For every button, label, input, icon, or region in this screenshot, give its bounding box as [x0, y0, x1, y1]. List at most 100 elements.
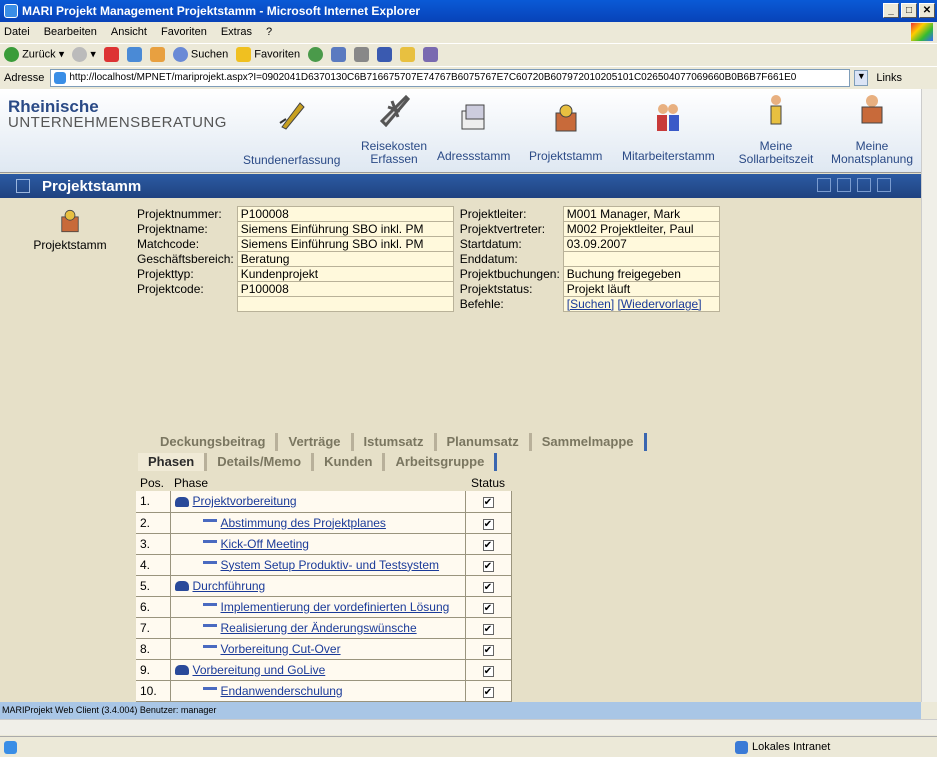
- status-checkbox[interactable]: ✔: [482, 560, 494, 572]
- print-icon[interactable]: [817, 178, 831, 192]
- edit-icon[interactable]: [857, 178, 871, 192]
- favorites-button[interactable]: Favoriten: [236, 47, 300, 62]
- enddatum-value: [562, 251, 720, 267]
- menu-extras[interactable]: Extras: [221, 26, 252, 38]
- startdatum-label: Startdatum:: [459, 237, 522, 251]
- row-pos: 4.: [136, 554, 170, 576]
- history-icon[interactable]: [308, 47, 324, 62]
- minimize-button[interactable]: _: [883, 3, 899, 18]
- wiedervorlage-link[interactable]: [Wiedervorlage]: [618, 297, 702, 311]
- phase-link[interactable]: Projektvorbereitung: [193, 494, 297, 508]
- forward-arrow-icon: [72, 47, 88, 62]
- tab-phasen[interactable]: Phasen: [138, 453, 208, 471]
- window-controls: _ □ ✕: [883, 3, 935, 18]
- address-input[interactable]: http://localhost/MPNET/mariprojekt.aspx?…: [50, 68, 851, 87]
- home-icon[interactable]: [149, 47, 165, 62]
- edit-icon[interactable]: [377, 47, 393, 62]
- table-row: 6. Implementierung der vordefinierten Lös…: [136, 596, 512, 618]
- status-checkbox[interactable]: ✔: [482, 686, 494, 698]
- phase-link[interactable]: Abstimmung des Projektplanes: [221, 516, 386, 530]
- mail-icon[interactable]: [331, 47, 347, 62]
- phase-item-icon: [202, 624, 217, 632]
- print-icon[interactable]: [354, 47, 370, 62]
- intranet-icon: [735, 740, 748, 754]
- tab-istumsatz[interactable]: Istumsatz: [354, 433, 437, 451]
- nav-projektstamm[interactable]: Projektstamm: [529, 101, 602, 163]
- back-label: Zurück: [22, 48, 56, 61]
- empty-value: [236, 296, 454, 312]
- nav-label: Meine Monatsplanung: [830, 139, 914, 166]
- nav-stundenerfassung[interactable]: Stundenerfassung: [243, 97, 340, 167]
- row-phase: Vorbereitung und GoLive: [169, 659, 465, 681]
- matchcode-label: Matchcode:: [137, 237, 200, 251]
- nav-monatsplanung[interactable]: Meine Monatsplanung: [827, 93, 917, 166]
- phase-link[interactable]: Vorbereitung Cut-Over: [221, 642, 341, 656]
- menu-bearbeiten[interactable]: Bearbeiten: [44, 26, 97, 38]
- maximize-button[interactable]: □: [901, 3, 917, 18]
- nav-sollarbeitszeit[interactable]: Meine Sollarbeitszeit: [734, 93, 818, 166]
- tab-planumsatz[interactable]: Planumsatz: [437, 433, 532, 451]
- phases-table: Pos. Phase Status 1. Projektvorbereitung ✔…: [136, 474, 512, 702]
- phase-link[interactable]: Kick-Off Meeting: [221, 537, 309, 551]
- col-status: Status: [470, 475, 506, 490]
- nav-adressstamm[interactable]: Adressstamm: [437, 101, 510, 163]
- phase-link[interactable]: Realisierung der Änderungswünsche: [221, 621, 417, 635]
- forward-button[interactable]: ▾: [72, 47, 96, 62]
- messenger-icon[interactable]: [423, 47, 439, 62]
- nav-reisekosten[interactable]: Reisekosten Erfassen: [354, 93, 434, 166]
- tab-details-memo[interactable]: Details/Memo: [207, 453, 315, 471]
- tab-deckungsbeitrag[interactable]: Deckungsbeitrag: [150, 433, 279, 451]
- phase-item-icon: [202, 561, 217, 569]
- tab-arbeitsgruppe[interactable]: Arbeitsgruppe: [385, 453, 498, 471]
- status-checkbox[interactable]: ✔: [482, 497, 494, 509]
- tab-sammelmappe[interactable]: Sammelmappe: [532, 433, 647, 451]
- tab-row-1: Deckungsbeitrag Verträge Istumsatz Planu…: [150, 433, 647, 451]
- project-box-icon: [61, 209, 79, 233]
- search-icon[interactable]: [837, 178, 851, 192]
- close-icon[interactable]: [877, 178, 891, 192]
- address-dropdown-button[interactable]: ▼: [854, 69, 869, 86]
- row-status: ✔: [464, 617, 512, 639]
- phase-link[interactable]: Endanwenderschulung: [221, 684, 343, 698]
- tab-vertraege[interactable]: Verträge: [278, 433, 354, 451]
- menu-favoriten[interactable]: Favoriten: [161, 26, 207, 38]
- phase-link[interactable]: System Setup Produktiv- und Testsystem: [221, 558, 440, 572]
- status-checkbox[interactable]: ✔: [482, 539, 494, 551]
- nav-mitarbeiterstamm[interactable]: Mitarbeiterstamm: [622, 101, 715, 163]
- phase-item-icon: [202, 540, 217, 548]
- phase-link[interactable]: Vorbereitung und GoLive: [193, 663, 326, 677]
- header-actions: [817, 178, 891, 192]
- app-banner: Rheinische UNTERNEHMENSBERATUNG Stundene…: [0, 89, 921, 173]
- status-checkbox[interactable]: ✔: [482, 623, 494, 635]
- stop-icon[interactable]: [103, 47, 119, 62]
- row-status: ✔: [464, 638, 512, 660]
- app-status-line: MARIProjekt Web Client (3.4.004) Benutze…: [0, 702, 921, 719]
- refresh-icon[interactable]: [126, 47, 142, 62]
- matchcode-value: Siemens Einführung SBO inkl. PM: [236, 236, 454, 252]
- phase-link[interactable]: Durchführung: [193, 579, 266, 593]
- menu-ansicht[interactable]: Ansicht: [111, 26, 147, 38]
- status-checkbox[interactable]: ✔: [482, 665, 494, 677]
- back-button[interactable]: Zurück ▾: [4, 47, 64, 62]
- suchen-link[interactable]: [Suchen]: [567, 297, 614, 311]
- person-icon: [770, 95, 782, 125]
- phase-link[interactable]: Implementierung der vordefinierten Lösun…: [221, 600, 450, 614]
- row-status: ✔: [464, 554, 512, 576]
- vertical-scrollbar[interactable]: [921, 89, 937, 702]
- status-checkbox[interactable]: ✔: [482, 602, 494, 614]
- projektbuchungen-label: Projektbuchungen:: [459, 267, 560, 281]
- zone-indicator: Lokales Intranet: [735, 740, 830, 754]
- menu-datei[interactable]: Datei: [4, 26, 30, 38]
- befehle-label: Befehle:: [459, 297, 504, 311]
- links-label[interactable]: Links: [876, 72, 902, 84]
- status-checkbox[interactable]: ✔: [482, 581, 494, 593]
- folder-icon[interactable]: [400, 47, 416, 62]
- tab-kunden[interactable]: Kunden: [314, 453, 386, 471]
- status-checkbox[interactable]: ✔: [482, 518, 494, 530]
- menu-help[interactable]: ?: [266, 26, 272, 38]
- close-button[interactable]: ✕: [919, 3, 935, 18]
- search-button[interactable]: Suchen: [172, 47, 228, 62]
- horizontal-scrollbar[interactable]: [0, 719, 937, 735]
- side-module: Projektstamm: [20, 207, 120, 252]
- status-checkbox[interactable]: ✔: [482, 644, 494, 656]
